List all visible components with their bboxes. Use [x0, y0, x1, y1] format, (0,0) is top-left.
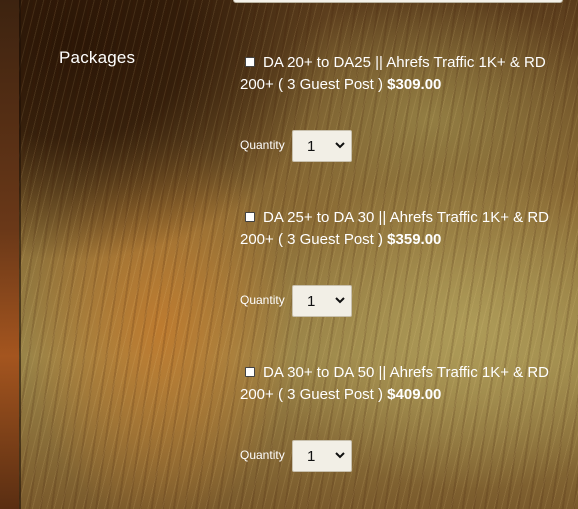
quantity-select[interactable]: 1	[292, 440, 352, 472]
quantity-value: 1	[307, 138, 316, 155]
package-checkbox[interactable]	[245, 57, 255, 67]
quantity-value: 1	[307, 293, 316, 310]
package-title-row: DA 25+ to DA 30 || Ahrefs Traffic 1K+ & …	[240, 207, 560, 251]
package-title-row: DA 20+ to DA25 || Ahrefs Traffic 1K+ & R…	[240, 52, 560, 96]
package-price: $309.00	[387, 76, 442, 93]
quantity-label: Quantity	[240, 448, 285, 462]
left-edge-strip	[0, 0, 19, 509]
chevron-down-icon	[335, 452, 345, 459]
left-edge-divider	[19, 0, 21, 509]
quantity-select[interactable]: 1	[292, 130, 352, 162]
package-checkbox[interactable]	[245, 212, 255, 222]
quantity-label: Quantity	[240, 138, 285, 152]
packages-label: Packages	[59, 48, 136, 67]
package-price: $409.00	[387, 386, 442, 403]
chevron-down-icon	[335, 142, 345, 149]
package-option: DA 20+ to DA25 || Ahrefs Traffic 1K+ & R…	[240, 52, 560, 96]
quantity-value: 1	[307, 448, 316, 465]
package-price: $359.00	[387, 231, 442, 248]
package-option: DA 30+ to DA 50 || Ahrefs Traffic 1K+ & …	[240, 362, 560, 406]
package-title-row: DA 30+ to DA 50 || Ahrefs Traffic 1K+ & …	[240, 362, 560, 406]
message-textarea[interactable]: ⟋	[233, 0, 563, 3]
resize-grip-icon[interactable]: ⟋	[552, 0, 560, 2]
package-checkbox[interactable]	[245, 367, 255, 377]
package-option: DA 25+ to DA 30 || Ahrefs Traffic 1K+ & …	[240, 207, 560, 251]
quantity-select[interactable]: 1	[292, 285, 352, 317]
chevron-down-icon	[335, 297, 345, 304]
quantity-label: Quantity	[240, 293, 285, 307]
